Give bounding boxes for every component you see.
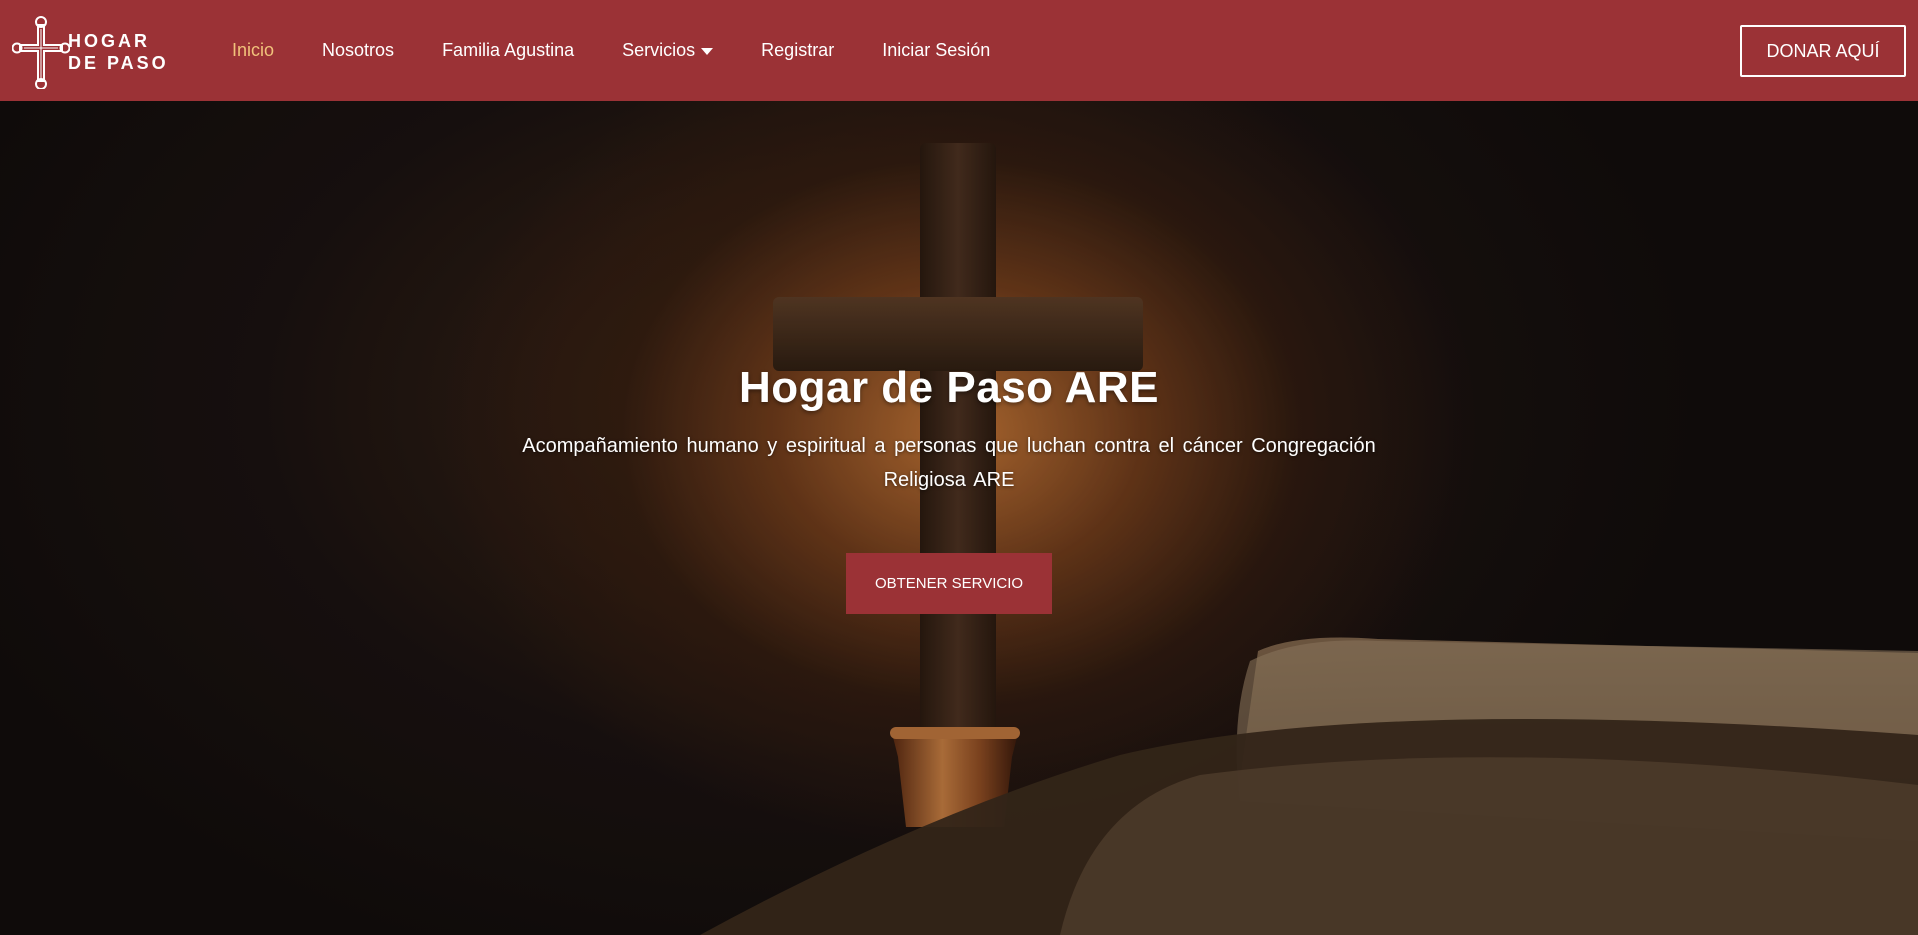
brand-text: HOGAR DE PASO xyxy=(68,30,169,74)
nav-familia-agustina[interactable]: Familia Agustina xyxy=(418,40,598,61)
nav-servicios-label: Servicios xyxy=(622,40,696,60)
brand-line2: DE PASO xyxy=(68,53,169,73)
nav-iniciar-sesion[interactable]: Iniciar Sesión xyxy=(858,40,1014,61)
hero-subtitle: Acompañamiento humano y espiritual a per… xyxy=(522,435,1376,491)
cross-icon xyxy=(12,16,70,89)
donate-button[interactable]: DONAR AQUÍ xyxy=(1740,25,1906,77)
nav-nosotros[interactable]: Nosotros xyxy=(298,40,418,61)
navbar: HOGAR DE PASO Inicio Nosotros Familia Ag… xyxy=(0,0,1918,101)
nav-registrar[interactable]: Registrar xyxy=(737,40,858,61)
nav-servicios-dropdown[interactable]: Servicios xyxy=(598,40,737,61)
brand-logo[interactable]: HOGAR DE PASO xyxy=(12,14,172,90)
nav-inicio[interactable]: Inicio xyxy=(208,40,298,61)
hero-content: Hogar de Paso ARE Acompañamiento humano … xyxy=(459,363,1439,614)
caret-down-icon xyxy=(701,48,714,55)
get-service-button[interactable]: OBTENER SERVICIO xyxy=(846,553,1052,614)
hero-section: Hogar de Paso ARE Acompañamiento humano … xyxy=(0,101,1918,935)
main-nav: Inicio Nosotros Familia Agustina Servici… xyxy=(208,0,1014,101)
hero-title: Hogar de Paso ARE xyxy=(738,363,1160,412)
brand-line1: HOGAR xyxy=(68,31,150,51)
